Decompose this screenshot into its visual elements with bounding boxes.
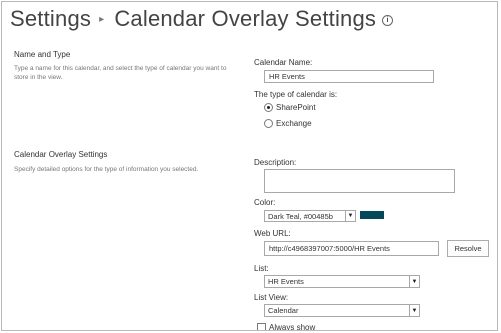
chevron-down-icon[interactable]: ▼ xyxy=(345,211,355,221)
name-type-section-description: Type a name for this calendar, and selec… xyxy=(14,65,227,81)
description-label: Description: xyxy=(254,158,297,167)
radio-exchange-label: Exchange xyxy=(276,119,312,128)
radio-sharepoint[interactable]: SharePoint xyxy=(264,102,316,113)
calendar-type-label: The type of calendar is: xyxy=(254,90,338,99)
page-title: Settings ▸ Calendar Overlay Settings i xyxy=(10,6,394,32)
radio-sharepoint-label: SharePoint xyxy=(276,103,316,112)
chevron-down-icon[interactable]: ▼ xyxy=(409,276,419,287)
radio-sharepoint-indicator[interactable] xyxy=(264,103,273,112)
always-show-label: Always show xyxy=(269,323,316,331)
color-swatch xyxy=(360,211,384,219)
radio-exchange[interactable]: Exchange xyxy=(264,118,312,129)
calendar-name-label: Calendar Name: xyxy=(254,58,313,67)
list-view-select-value: Calendar xyxy=(268,306,299,315)
description-textarea[interactable] xyxy=(264,169,455,193)
web-url-input[interactable]: http://c4968397007:5000/HR Events xyxy=(264,241,439,256)
breadcrumb-settings-link[interactable]: Settings xyxy=(10,6,91,31)
list-select[interactable]: HR Events ▼ xyxy=(264,275,420,288)
always-show-checkbox[interactable] xyxy=(257,323,266,330)
overlay-section-title: Calendar Overlay Settings xyxy=(14,150,108,159)
page-title-text: Calendar Overlay Settings xyxy=(114,6,377,31)
always-show-checkbox-row[interactable]: Always show xyxy=(257,322,316,331)
list-select-value: HR Events xyxy=(268,277,304,286)
chevron-down-icon[interactable]: ▼ xyxy=(409,305,419,316)
overlay-section-description: Specify detailed options for the type of… xyxy=(14,166,199,173)
radio-exchange-indicator[interactable] xyxy=(264,119,273,128)
list-view-select[interactable]: Calendar ▼ xyxy=(264,304,420,317)
info-icon[interactable]: i xyxy=(382,15,394,26)
color-select-value: Dark Teal, #00485b xyxy=(268,211,333,221)
calendar-name-input[interactable]: HR Events xyxy=(264,70,434,83)
color-select[interactable]: Dark Teal, #00485b ▼ xyxy=(264,210,356,222)
settings-page-frame: Settings ▸ Calendar Overlay Settings i Name… xyxy=(1,1,498,331)
color-label: Color: xyxy=(254,198,276,207)
list-label: List: xyxy=(254,264,269,273)
web-url-label: Web URL: xyxy=(254,229,291,238)
name-type-section-title: Name and Type xyxy=(14,50,71,59)
list-view-label: List View: xyxy=(254,293,289,302)
resolve-button[interactable]: Resolve xyxy=(447,240,489,257)
breadcrumb-separator-icon: ▸ xyxy=(99,14,105,25)
